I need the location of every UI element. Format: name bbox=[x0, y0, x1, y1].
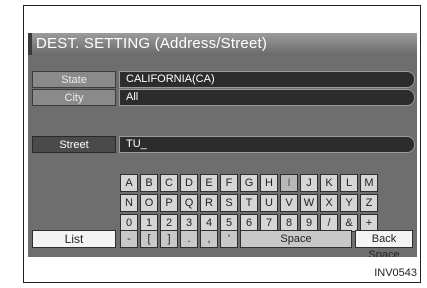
key-t[interactable]: T bbox=[240, 194, 258, 212]
key-j[interactable]: J bbox=[300, 174, 318, 192]
key-m[interactable]: M bbox=[360, 174, 378, 192]
screen-title-text: DEST. SETTING (Address/Street) bbox=[36, 35, 268, 52]
key-h[interactable]: H bbox=[260, 174, 278, 192]
key-i[interactable]: I bbox=[280, 174, 298, 192]
key-w[interactable]: W bbox=[300, 194, 318, 212]
key-r[interactable]: R bbox=[200, 194, 218, 212]
city-field[interactable]: All bbox=[119, 89, 415, 106]
title-accent bbox=[28, 33, 32, 55]
backspace-key[interactable]: Back Space bbox=[355, 230, 413, 257]
key-apostrophe[interactable]: ' bbox=[220, 230, 238, 248]
space-key[interactable]: Space bbox=[240, 230, 352, 248]
key-c[interactable]: C bbox=[160, 174, 178, 192]
key-period[interactable]: . bbox=[180, 230, 198, 248]
key-v[interactable]: V bbox=[280, 194, 298, 212]
key-d[interactable]: D bbox=[180, 174, 198, 192]
character-keyboard: A B C D E F G H I J K L M N O P Q R S T U V W X Y Z 0 1 2 3 4 5 6 7 8 9/& + bbox=[120, 174, 378, 232]
key-o[interactable]: O bbox=[140, 194, 158, 212]
street-input[interactable]: TU_ bbox=[119, 136, 415, 153]
state-field[interactable]: CALIFORNIA(CA) bbox=[119, 71, 415, 88]
key-g[interactable]: G bbox=[240, 174, 258, 192]
key-dash[interactable]: - bbox=[120, 230, 138, 248]
key-s[interactable]: S bbox=[220, 194, 238, 212]
key-b[interactable]: B bbox=[140, 174, 158, 192]
list-button[interactable]: List bbox=[32, 230, 116, 248]
key-e[interactable]: E bbox=[200, 174, 218, 192]
key-close-bracket[interactable]: ] bbox=[160, 230, 178, 248]
key-u[interactable]: U bbox=[260, 194, 278, 212]
state-label: State bbox=[32, 71, 116, 88]
image-code: INV0543 bbox=[374, 267, 417, 279]
key-l[interactable]: L bbox=[340, 174, 358, 192]
key-n[interactable]: N bbox=[120, 194, 138, 212]
key-z[interactable]: Z bbox=[360, 194, 378, 212]
street-label: Street bbox=[32, 136, 116, 153]
key-f[interactable]: F bbox=[220, 174, 238, 192]
navigation-screen: DEST. SETTING (Address/Street) State CAL… bbox=[28, 33, 417, 257]
key-x[interactable]: X bbox=[320, 194, 338, 212]
key-p[interactable]: P bbox=[160, 194, 178, 212]
key-open-bracket[interactable]: [ bbox=[140, 230, 158, 248]
key-k[interactable]: K bbox=[320, 174, 338, 192]
key-a[interactable]: A bbox=[120, 174, 138, 192]
screen-title: DEST. SETTING (Address/Street) bbox=[28, 33, 417, 55]
key-y[interactable]: Y bbox=[340, 194, 358, 212]
key-comma[interactable]: , bbox=[200, 230, 218, 248]
city-label: City bbox=[32, 89, 116, 106]
key-q[interactable]: Q bbox=[180, 194, 198, 212]
